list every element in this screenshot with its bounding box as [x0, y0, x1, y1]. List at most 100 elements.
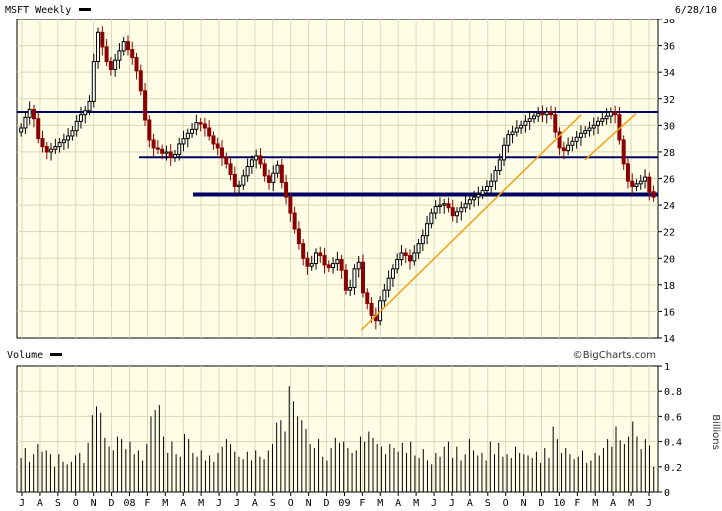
x-tick-label: A — [252, 498, 258, 509]
candle-body — [70, 130, 75, 137]
candle-body — [403, 252, 408, 257]
x-tick-label: O — [503, 498, 509, 509]
candle-body — [399, 252, 404, 261]
candle-body — [143, 90, 148, 121]
candle-body — [138, 70, 143, 92]
candle-body — [437, 204, 442, 207]
candle-body — [284, 181, 289, 198]
candle-body — [190, 128, 195, 134]
candle-body — [74, 120, 79, 132]
price-axis: 14161820222426283032343638 — [658, 15, 675, 345]
x-tick-label: M — [377, 498, 383, 509]
candle-body — [621, 139, 626, 165]
candle-body — [155, 147, 160, 150]
x-tick-label: N — [306, 498, 312, 509]
x-tick-label: A — [610, 498, 616, 509]
candle-body — [587, 127, 592, 132]
candle-body — [181, 138, 186, 145]
candle-body — [168, 151, 173, 158]
candle-body — [578, 132, 583, 138]
chart-date: 6/28/10 — [675, 5, 717, 16]
candle-body — [514, 127, 519, 133]
candle-body — [125, 41, 130, 51]
candle-body — [604, 115, 609, 120]
candle-body — [502, 144, 507, 161]
candle-body — [497, 159, 502, 172]
candle-body — [185, 132, 190, 140]
candle-body — [647, 176, 652, 193]
candle-body — [288, 196, 293, 214]
candle-body — [91, 61, 96, 102]
x-tick-label: D — [324, 498, 330, 509]
candle-body — [523, 120, 528, 126]
candle-body — [113, 59, 118, 71]
x-tick-label: N — [521, 498, 527, 509]
candle-body — [450, 207, 455, 217]
candle-body — [361, 261, 366, 294]
candle-body — [549, 111, 554, 116]
x-tick-label: N — [91, 498, 97, 509]
candle-body — [583, 130, 588, 134]
candle-body — [198, 122, 203, 125]
candle-body — [476, 193, 481, 198]
x-tick-label: M — [628, 498, 634, 509]
candle-body — [574, 136, 579, 142]
candle-body — [151, 139, 156, 149]
candle-body — [395, 259, 400, 270]
candle-body — [416, 243, 421, 254]
x-tick-label: S — [270, 498, 276, 509]
candle-body — [591, 124, 596, 129]
candle-body — [467, 199, 472, 205]
candle-body — [271, 172, 276, 183]
candle-body — [228, 163, 233, 176]
candle-body — [382, 289, 387, 302]
candle-body — [301, 243, 306, 259]
candle-body — [275, 164, 280, 174]
candle-body — [31, 108, 36, 120]
candle-body — [262, 163, 267, 177]
candle-body — [254, 155, 259, 161]
candle-body — [147, 119, 152, 141]
candle-body — [613, 111, 618, 116]
candle-body — [489, 180, 494, 187]
candle-body — [164, 151, 169, 154]
volume-panel: 0 0.2 0.4 0.6 0.8 1 Billions — [16, 362, 721, 499]
candle-body — [433, 205, 438, 214]
candle-body — [326, 264, 331, 269]
candle-body — [356, 261, 361, 270]
candle-body — [202, 123, 207, 129]
candle-body — [331, 263, 336, 269]
candle-body — [544, 111, 549, 116]
candle-body — [446, 203, 451, 209]
x-tick-label: A — [180, 498, 186, 509]
candle-body — [425, 223, 430, 237]
volume-tick-label: 0.4 — [664, 438, 682, 449]
price-tick-label: 24 — [663, 201, 675, 212]
x-tick-label: F — [574, 498, 580, 509]
price-tick-label: 36 — [663, 42, 675, 53]
candle-body — [600, 118, 605, 122]
candle-body — [643, 176, 648, 182]
price-tick-label: 32 — [663, 95, 675, 106]
x-tick-label: J — [449, 498, 455, 509]
candle-body — [44, 146, 49, 153]
volume-header: Volume ©BigCharts.com — [0, 345, 722, 363]
candle-body — [23, 116, 28, 129]
candle-body — [61, 139, 66, 144]
x-tick-label: S — [485, 498, 491, 509]
candle-body — [96, 31, 101, 63]
candle-body — [108, 61, 113, 71]
candle-body — [78, 114, 83, 122]
candle-body — [651, 191, 656, 198]
candle-body — [53, 146, 58, 150]
x-tick-label: F — [359, 498, 365, 509]
candle-body — [249, 159, 254, 168]
candle-body — [296, 228, 301, 245]
candle-body — [258, 155, 263, 165]
x-tick-label: D — [538, 498, 544, 509]
price-tick-label: 28 — [663, 148, 675, 159]
volume-tick-label: 0.8 — [664, 387, 682, 398]
candle-body — [83, 110, 88, 116]
candle-body — [566, 144, 571, 152]
x-tick-label: O — [288, 498, 294, 509]
